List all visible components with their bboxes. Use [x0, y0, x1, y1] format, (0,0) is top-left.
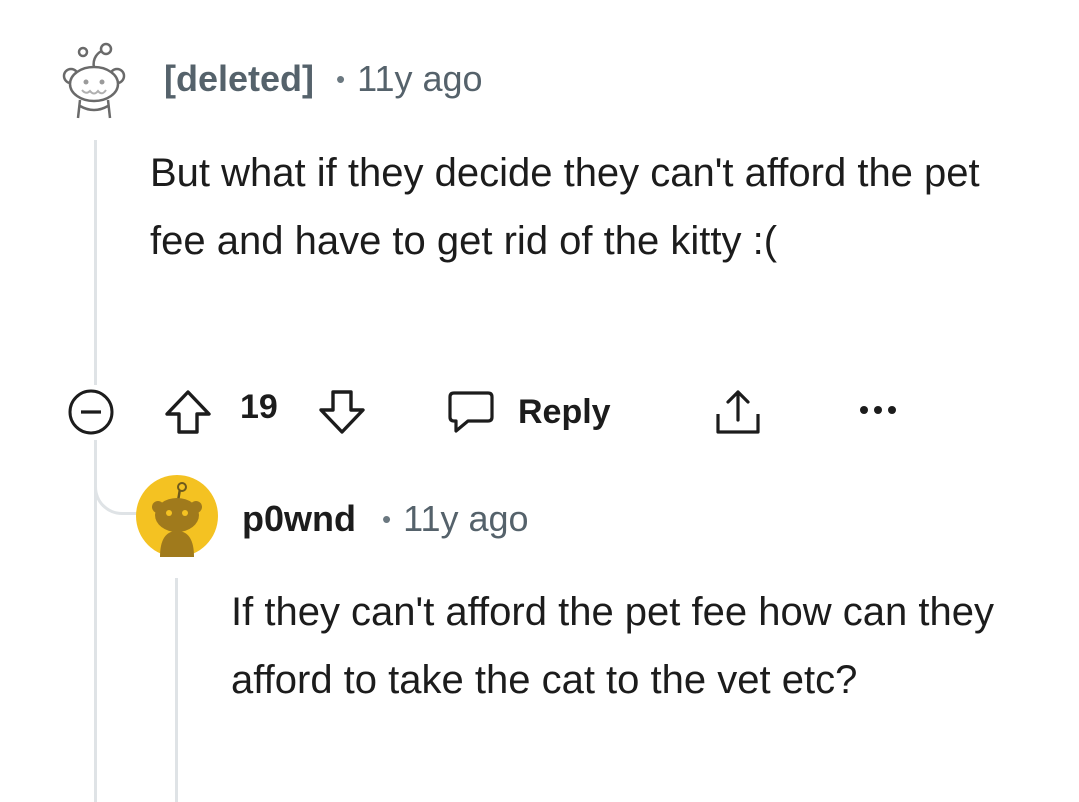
- reply-bubble-icon: [446, 389, 496, 435]
- thread-line-main: [94, 140, 97, 385]
- reply-label: Reply: [518, 392, 611, 431]
- comment-timestamp[interactable]: 11y ago: [357, 58, 482, 100]
- snoo-avatar-icon[interactable]: [136, 475, 218, 557]
- separator-dot: •: [382, 503, 392, 534]
- comment-header: [deleted] • 11y ago: [164, 56, 483, 102]
- comment-header: p0wnd • 11y ago: [242, 496, 529, 542]
- comment-body: But what if they decide they can't affor…: [150, 151, 980, 263]
- more-dots-icon[interactable]: [858, 402, 898, 418]
- comment-timestamp[interactable]: 11y ago: [403, 498, 528, 540]
- reply-button[interactable]: Reply: [446, 384, 611, 440]
- share-icon[interactable]: [710, 384, 766, 440]
- downvote-arrow-icon[interactable]: [316, 386, 368, 438]
- thread-branch-curve: [94, 440, 138, 515]
- author-name[interactable]: p0wnd: [242, 498, 356, 540]
- upvote-arrow-icon[interactable]: [162, 386, 214, 438]
- thread-line-reply: [175, 578, 178, 802]
- author-name[interactable]: [deleted]: [164, 58, 314, 100]
- separator-dot: •: [336, 63, 346, 94]
- deleted-snoo-icon[interactable]: [58, 40, 130, 120]
- vote-score: 19: [240, 388, 278, 426]
- collapse-minus-icon[interactable]: [66, 387, 116, 437]
- comment-body: If they can't afford the pet fee how can…: [231, 590, 994, 702]
